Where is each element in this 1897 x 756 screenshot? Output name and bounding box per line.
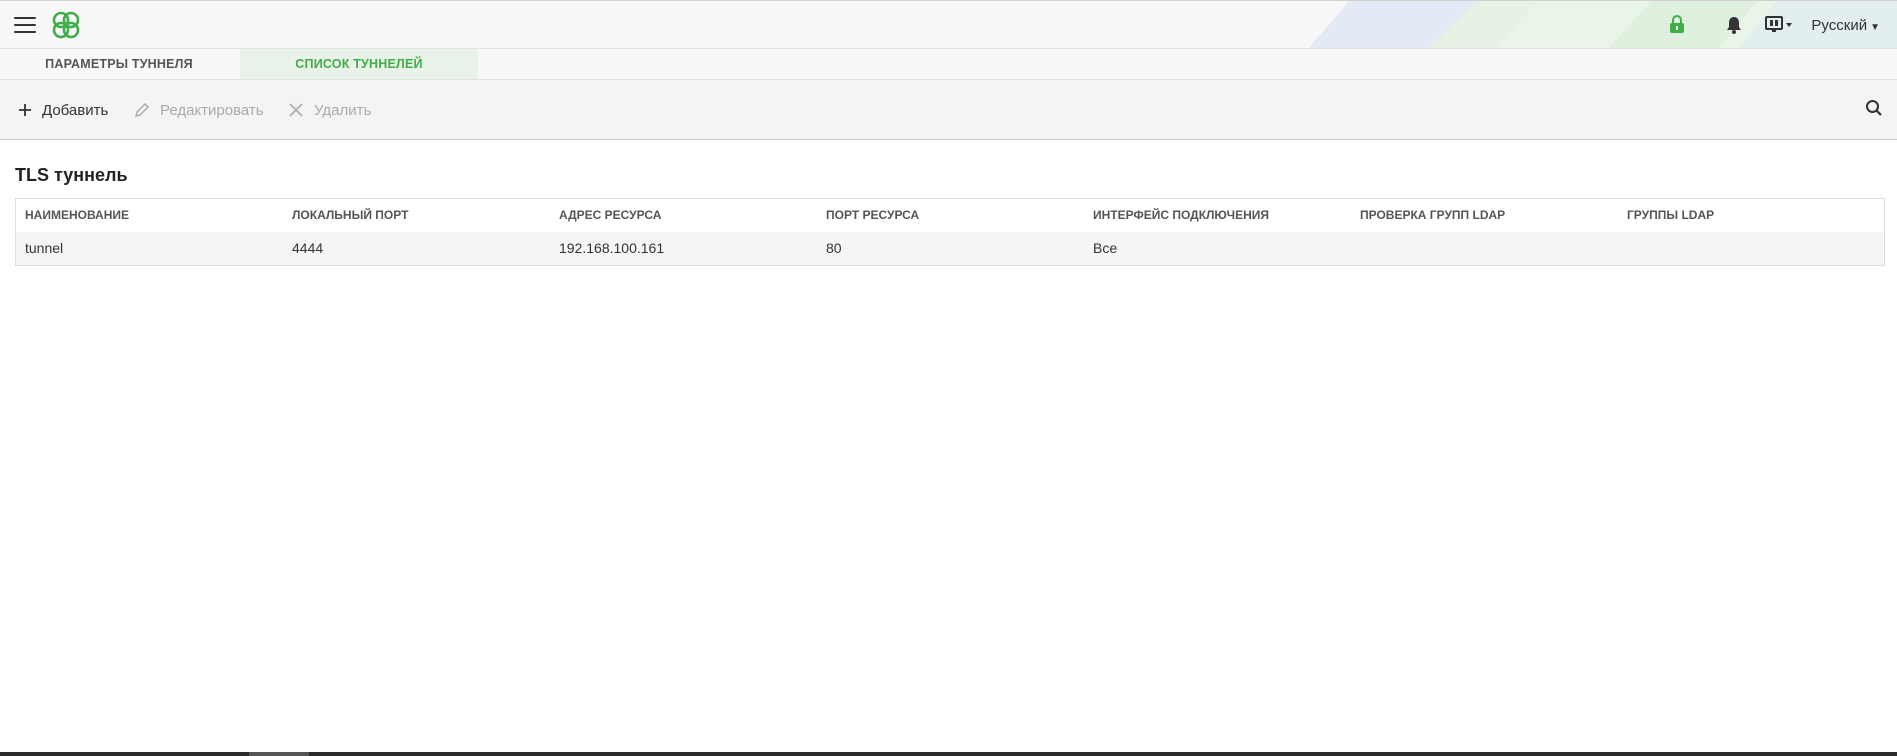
toolbar: Добавить Редактировать Удалить [0, 80, 1897, 140]
cell-ldap-check [1351, 232, 1360, 265]
language-selector[interactable]: Русский ▼ [1811, 17, 1880, 34]
add-button[interactable]: Добавить [18, 99, 108, 121]
cell-interface: Все [1093, 240, 1118, 256]
tab-tunnel-params[interactable]: ПАРАМЕТРЫ ТУННЕЛЯ [0, 49, 238, 79]
language-label: Русский [1811, 17, 1868, 34]
pencil-icon [134, 102, 150, 118]
tunnels-table: НАИМЕНОВАНИЕ ЛОКАЛЬНЫЙ ПОРТ АДРЕС РЕСУРС… [15, 198, 1885, 266]
edit-button-label: Редактировать [160, 101, 264, 119]
logo-icon[interactable] [49, 8, 83, 42]
bell-icon[interactable] [1726, 16, 1742, 34]
table-header-row: НАИМЕНОВАНИЕ ЛОКАЛЬНЫЙ ПОРТ АДРЕС РЕСУРС… [16, 199, 1884, 232]
column-header-ldap-groups[interactable]: ГРУППЫ LDAP [1618, 199, 1714, 232]
lock-icon[interactable] [1669, 15, 1685, 34]
tab-bar: ПАРАМЕТРЫ ТУННЕЛЯ СПИСОК ТУННЕЛЕЙ [0, 49, 1897, 80]
column-header-name[interactable]: НАИМЕНОВАНИЕ [16, 199, 129, 232]
monitor-icon[interactable] [1765, 16, 1793, 34]
plus-icon [19, 104, 31, 116]
menu-icon[interactable] [14, 15, 36, 35]
column-header-interface[interactable]: ИНТЕРФЕЙС ПОДКЛЮЧЕНИЯ [1084, 199, 1269, 232]
column-header-local-port[interactable]: ЛОКАЛЬНЫЙ ПОРТ [283, 199, 408, 232]
edit-button[interactable]: Редактировать [134, 99, 264, 121]
top-header: Русский ▼ [0, 0, 1897, 49]
horizontal-scrollbar[interactable] [0, 752, 1897, 756]
column-header-resource-port[interactable]: ПОРТ РЕСУРСА [817, 199, 919, 232]
cell-ldap-groups [1618, 232, 1627, 265]
delete-button-label: Удалить [314, 101, 372, 119]
add-button-label: Добавить [42, 101, 109, 119]
cell-resource-port: 80 [826, 240, 842, 256]
scrollbar-thumb[interactable] [249, 752, 309, 756]
table-row[interactable]: tunnel 4444 192.168.100.161 80 Все [16, 232, 1884, 265]
search-icon[interactable] [1865, 99, 1883, 117]
delete-button[interactable]: Удалить [288, 99, 371, 121]
close-icon [289, 103, 303, 117]
chevron-down-icon: ▼ [1870, 22, 1880, 33]
tab-tunnel-list[interactable]: СПИСОК ТУННЕЛЕЙ [240, 49, 478, 79]
cell-resource-address: 192.168.100.161 [559, 240, 665, 256]
cell-name: tunnel [25, 240, 64, 256]
section-title: TLS туннель [15, 165, 128, 185]
header-decoration [1308, 1, 1897, 48]
cell-local-port: 4444 [292, 240, 324, 256]
column-header-ldap-check[interactable]: ПРОВЕРКА ГРУПП LDAP [1351, 199, 1505, 232]
column-header-resource-address[interactable]: АДРЕС РЕСУРСА [550, 199, 661, 232]
